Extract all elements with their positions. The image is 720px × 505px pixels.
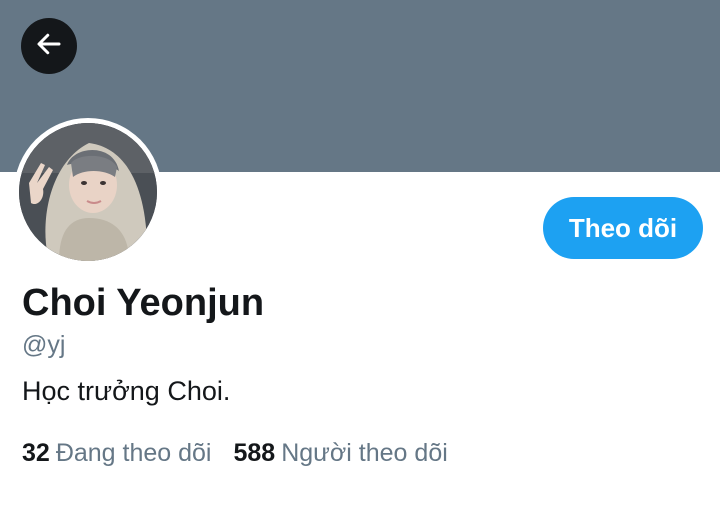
followers-label: Người theo dõi: [281, 439, 448, 467]
profile-bio: Học trưởng Choi.: [22, 376, 231, 406]
followers-stat[interactable]: 588 Người theo dõi: [234, 436, 448, 470]
follow-button[interactable]: Theo dõi: [543, 197, 703, 259]
back-button[interactable]: [21, 18, 77, 74]
display-name: Choi Yeonjun: [22, 282, 265, 324]
following-label: Đang theo dõi: [55, 439, 212, 467]
arrow-left-icon: [34, 29, 64, 64]
avatar-container[interactable]: [14, 118, 162, 266]
avatar[interactable]: [19, 123, 157, 261]
following-count: 32: [22, 439, 50, 467]
followers-count: 588: [233, 439, 276, 467]
following-stat[interactable]: 32 Đang theo dõi: [22, 436, 212, 470]
profile-stats: 32 Đang theo dõi 588 Người theo dõi: [22, 436, 470, 470]
user-handle: @yj: [22, 331, 66, 359]
